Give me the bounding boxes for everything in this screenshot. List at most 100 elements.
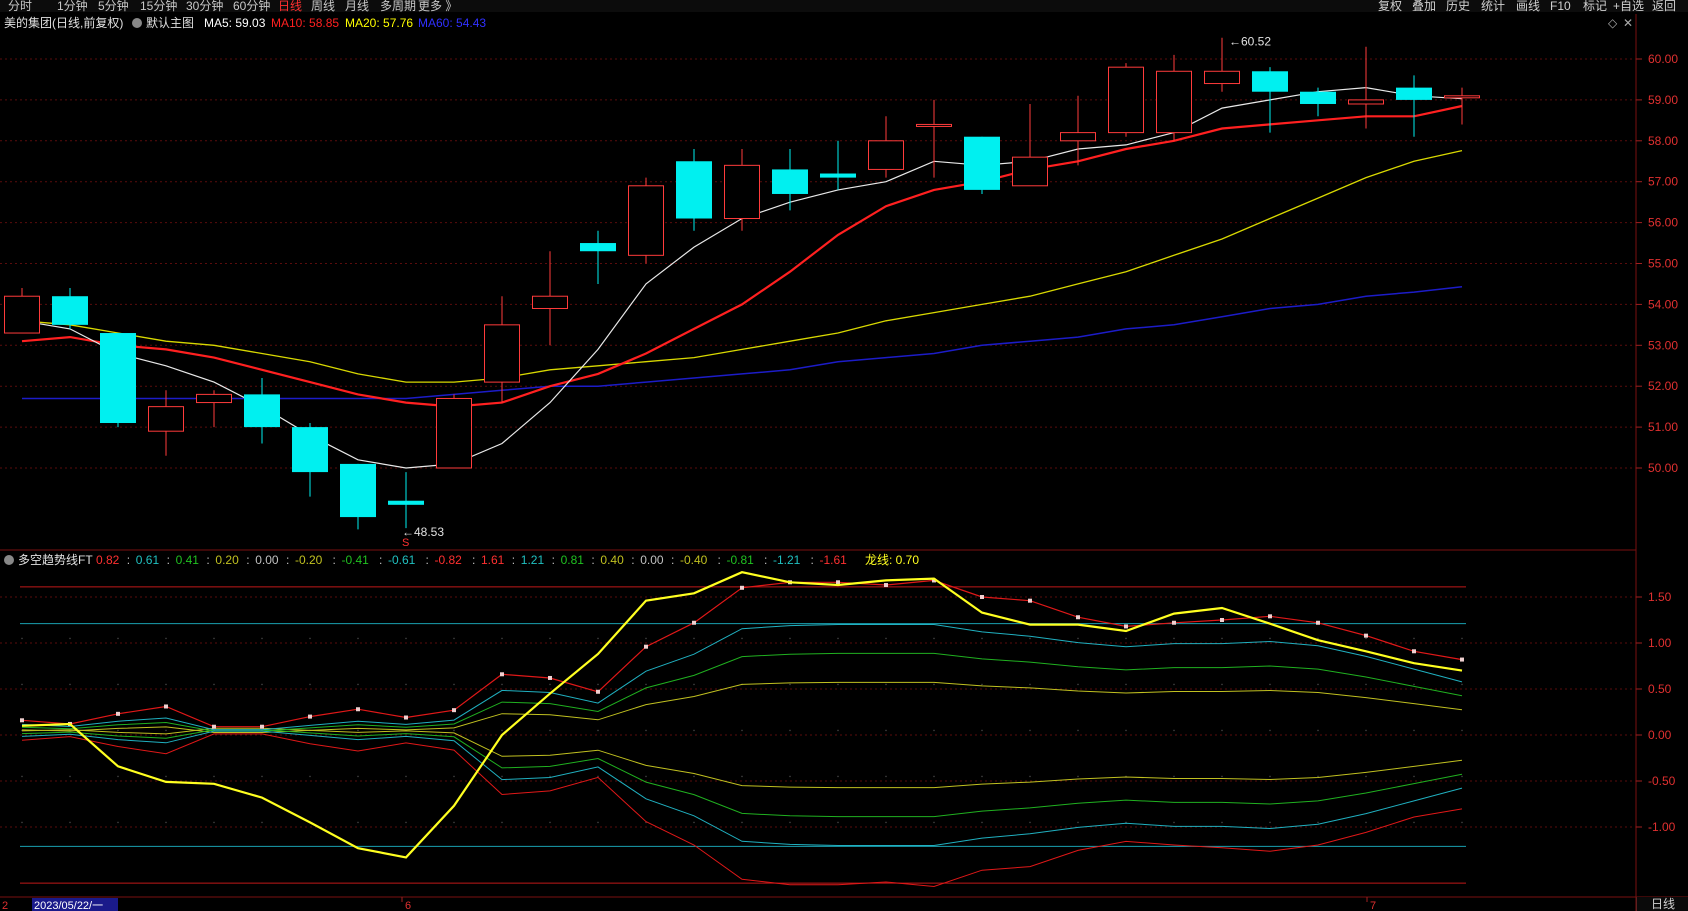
red-trend-marker xyxy=(692,620,696,625)
indicator-param: 0.81 xyxy=(561,553,585,567)
dot-grid xyxy=(1173,637,1175,640)
dot-grid xyxy=(597,637,599,640)
dot-grid xyxy=(501,729,503,732)
red-trend-marker xyxy=(116,711,120,716)
dot-grid xyxy=(933,683,935,686)
red-trend-line xyxy=(21,579,1463,728)
dot-grid xyxy=(789,775,791,778)
shrink-icon[interactable]: ◇ xyxy=(1608,16,1618,30)
red-trend-marker xyxy=(164,704,168,709)
ma-value: MA5: 59.03 xyxy=(204,16,266,30)
dot-grid xyxy=(1221,683,1223,686)
dot-grid xyxy=(165,637,167,640)
candle-body xyxy=(964,136,1000,190)
dot-grid xyxy=(1413,637,1415,640)
candle xyxy=(1012,103,1048,187)
candle-body xyxy=(292,427,328,473)
red-trend-marker xyxy=(1220,618,1224,622)
dot-grid xyxy=(357,637,359,640)
tick-label: 50.00 xyxy=(1648,461,1678,475)
dot-grid xyxy=(1125,729,1127,732)
dragon-label: 龙线: 0.70 xyxy=(865,553,919,567)
dot-grid xyxy=(885,821,887,824)
dot-grid xyxy=(405,683,407,686)
dot-grid xyxy=(69,683,71,686)
indicator-dropdown-icon[interactable] xyxy=(4,555,14,565)
dot-grid xyxy=(501,683,503,686)
tick-label: 58.00 xyxy=(1648,134,1678,148)
dot-grid xyxy=(549,683,551,686)
template-name: 默认主图 xyxy=(146,15,194,30)
stock-chart: 60.0059.0058.0057.0056.0055.0054.0053.00… xyxy=(0,14,1688,911)
param-separator: : xyxy=(246,553,249,567)
candle-body xyxy=(1012,156,1048,187)
candle-body xyxy=(1252,71,1288,92)
param-separator: : xyxy=(333,553,336,567)
param-separator: : xyxy=(811,553,814,567)
tick-label: 54.00 xyxy=(1648,297,1678,311)
param-separator: : xyxy=(512,553,515,567)
dot-grid xyxy=(453,775,455,778)
tick-label: 1.50 xyxy=(1648,590,1672,604)
dot-grid xyxy=(117,729,119,732)
candle-body xyxy=(820,173,856,178)
param-separator: : xyxy=(764,553,767,567)
dot-grid xyxy=(117,683,119,686)
dot-grid xyxy=(261,683,263,686)
template-dropdown-icon[interactable] xyxy=(132,18,142,28)
dot-grid xyxy=(789,821,791,824)
dot-grid xyxy=(1269,683,1271,686)
close-icon[interactable]: ✕ xyxy=(1623,16,1633,30)
crosshair-date: 2023/05/22/一 xyxy=(34,900,103,911)
dot-grid xyxy=(309,683,311,686)
red-trend-marker xyxy=(1364,633,1368,638)
candle-body xyxy=(148,406,184,432)
indicator-param: -0.61 xyxy=(388,553,416,567)
param-separator: : xyxy=(426,553,429,567)
chart-frame xyxy=(0,14,1688,911)
dot-grid xyxy=(645,637,647,640)
dot-grid xyxy=(693,821,695,824)
candle xyxy=(4,288,40,334)
dot-grid xyxy=(837,637,839,640)
dot-grid xyxy=(117,775,119,778)
red-trend-marker xyxy=(836,580,840,585)
tick-label: 57.00 xyxy=(1648,175,1678,189)
dot-grid xyxy=(453,683,455,686)
dot-grid xyxy=(837,821,839,824)
dot-grid xyxy=(1125,637,1127,640)
dot-grid xyxy=(165,729,167,732)
upper-band-line xyxy=(21,652,1463,732)
dot-grid xyxy=(165,821,167,824)
param-separator: : xyxy=(718,553,721,567)
dot-grid xyxy=(1269,637,1271,640)
dot-grid xyxy=(885,729,887,732)
tick-label: 1.00 xyxy=(1648,636,1672,650)
candle-body xyxy=(772,169,808,194)
stock-title: 美的集团(日线,前复权) xyxy=(4,15,123,30)
tick-label: 0.50 xyxy=(1648,682,1672,696)
dot-grid xyxy=(837,775,839,778)
indicator-lines xyxy=(20,571,1466,888)
param-separator: : xyxy=(591,553,594,567)
dot-grid xyxy=(117,637,119,640)
dot-grid xyxy=(1077,729,1079,732)
dot-grid xyxy=(1173,683,1175,686)
dot-grid xyxy=(21,775,23,778)
dot-grid xyxy=(357,683,359,686)
dot-grid xyxy=(1029,729,1031,732)
period-indicator[interactable]: 日线 xyxy=(1636,897,1688,911)
dot-grid xyxy=(885,683,887,686)
dot-grid xyxy=(1125,683,1127,686)
dot-grid xyxy=(981,775,983,778)
indicator-param: 0.41 xyxy=(176,553,200,567)
tick-label: -1.00 xyxy=(1648,820,1676,834)
dot-grid xyxy=(1461,637,1463,640)
month-label: 7 xyxy=(1370,900,1376,911)
upper-band-line xyxy=(21,681,1463,733)
indicator-param: 1.21 xyxy=(521,553,545,567)
candle xyxy=(628,177,664,264)
dot-grid xyxy=(1173,729,1175,732)
dot-grid xyxy=(741,821,743,824)
dot-grid xyxy=(1269,729,1271,732)
